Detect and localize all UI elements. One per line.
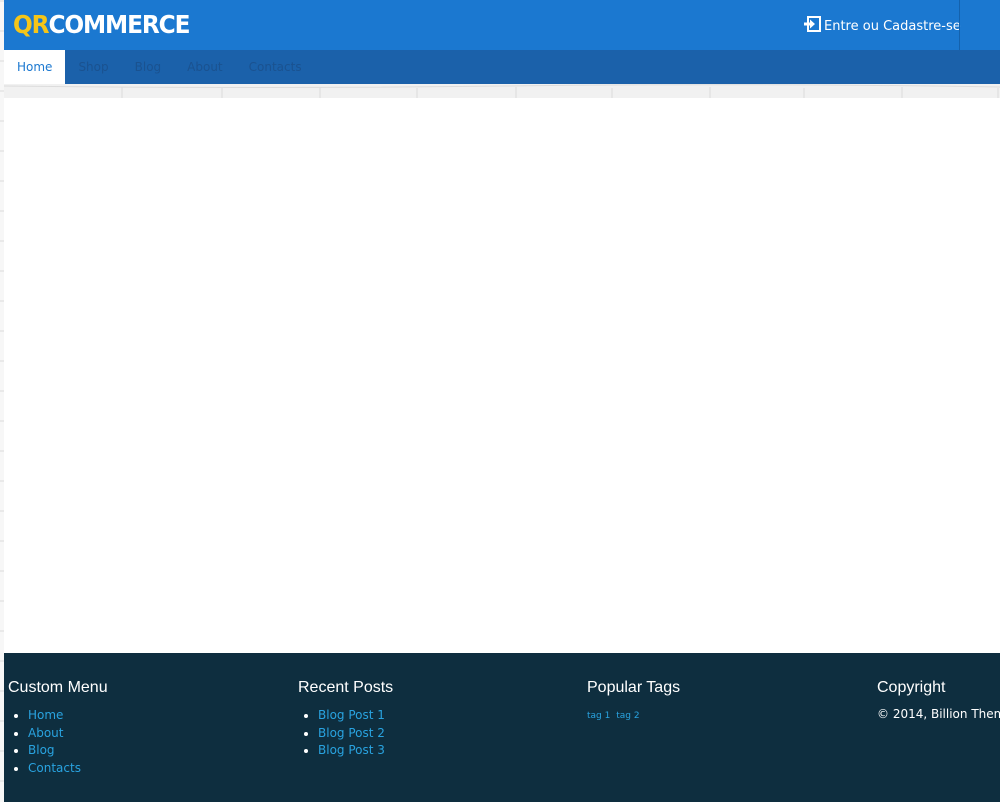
- blog-post-link-2[interactable]: Blog Post 2: [318, 726, 385, 740]
- list-item: Blog Post 2: [318, 725, 393, 743]
- tag-link-1[interactable]: tag 1: [587, 711, 610, 721]
- main-content: [4, 98, 1000, 653]
- footer-link-blog[interactable]: Blog: [28, 743, 55, 757]
- copyright-text: © 2014, Billion Themes: [877, 707, 1000, 721]
- tag-link-2[interactable]: tag 2: [616, 711, 639, 721]
- list-item: Blog Post 3: [318, 742, 393, 760]
- footer-link-about[interactable]: About: [28, 726, 63, 740]
- nav-item-about[interactable]: About: [174, 50, 235, 84]
- nav-item-home[interactable]: Home: [4, 50, 66, 84]
- list-item: Blog: [28, 742, 108, 760]
- nav-item-shop[interactable]: Shop: [65, 50, 121, 84]
- footer-popular-tags: Popular Tags tag 1 tag 2: [587, 679, 680, 721]
- nav-item-blog[interactable]: Blog: [122, 50, 175, 84]
- footer-recent-posts: Recent Posts Blog Post 1 Blog Post 2 Blo…: [298, 679, 393, 760]
- site-header: QRCOMMERCE Entre ou Cadastre-se: [4, 0, 1000, 50]
- custom-menu-title: Custom Menu: [8, 679, 108, 696]
- footer-link-contacts[interactable]: Contacts: [28, 761, 81, 775]
- header-divider: [959, 0, 960, 50]
- brick-texture-band: [4, 84, 1000, 98]
- login-register-link[interactable]: Entre ou Cadastre-se: [804, 16, 961, 36]
- site-footer: Custom Menu Home About Blog Contacts Rec…: [4, 653, 1000, 802]
- logo-prefix: QR: [13, 10, 50, 39]
- footer-copyright: Copyright © 2014, Billion Themes: [877, 679, 1000, 721]
- recent-posts-title: Recent Posts: [298, 679, 394, 696]
- list-item: Home: [28, 707, 108, 725]
- sign-in-icon: [804, 16, 824, 36]
- tag-cloud: tag 1 tag 2: [587, 711, 680, 721]
- blog-post-link-3[interactable]: Blog Post 3: [318, 743, 385, 757]
- login-label: Entre ou Cadastre-se: [824, 18, 961, 34]
- popular-tags-title: Popular Tags: [587, 679, 681, 696]
- list-item: Blog Post 1: [318, 707, 393, 725]
- main-nav: Home Shop Blog About Contacts: [4, 50, 1000, 84]
- footer-custom-menu: Custom Menu Home About Blog Contacts: [8, 679, 108, 777]
- logo-suffix: COMMERCE: [48, 10, 190, 39]
- footer-link-home[interactable]: Home: [28, 708, 63, 722]
- page: QRCOMMERCE Entre ou Cadastre-se Home Sho…: [4, 0, 1000, 802]
- site-logo[interactable]: QRCOMMERCE: [13, 8, 190, 42]
- list-item: About: [28, 725, 108, 743]
- copyright-title: Copyright: [877, 679, 946, 696]
- list-item: Contacts: [28, 760, 108, 778]
- nav-item-contacts[interactable]: Contacts: [236, 50, 315, 84]
- blog-post-link-1[interactable]: Blog Post 1: [318, 708, 385, 722]
